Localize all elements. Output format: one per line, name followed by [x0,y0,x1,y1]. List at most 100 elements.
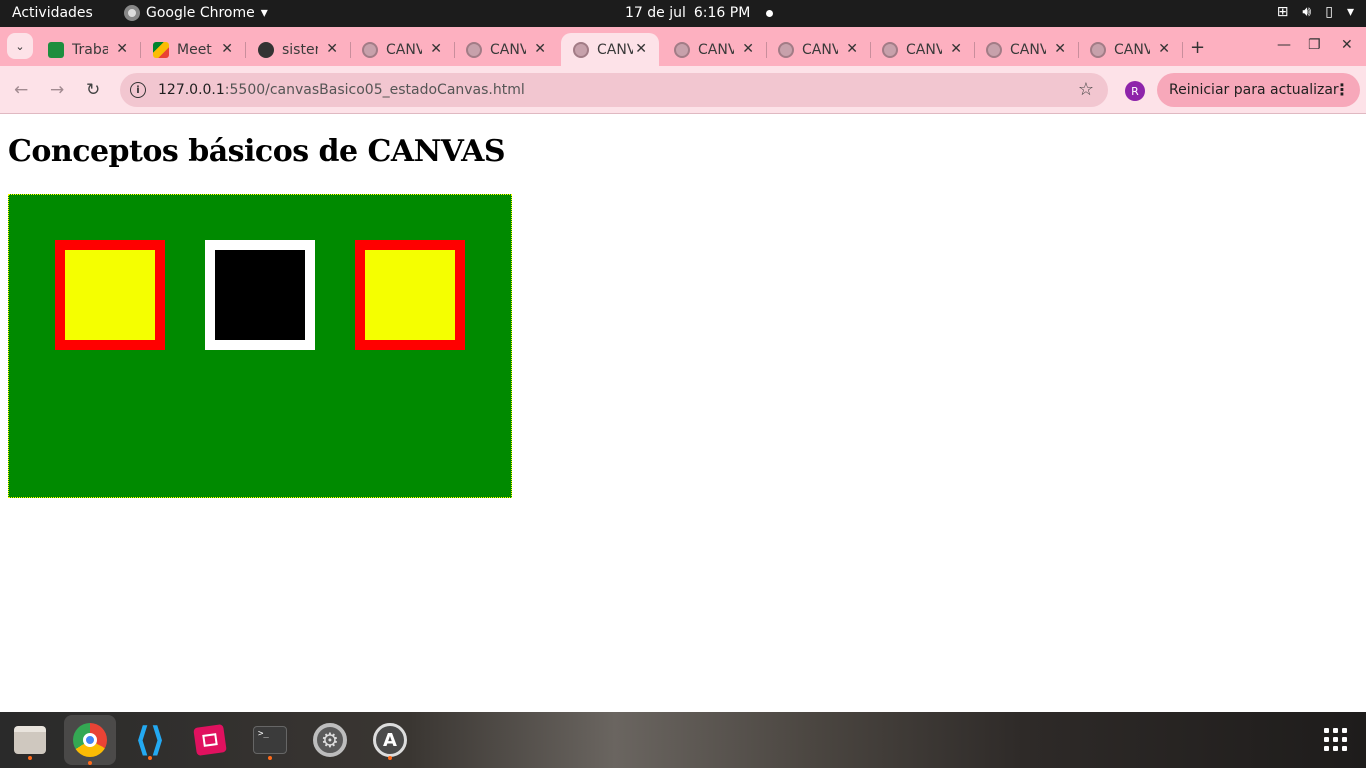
screenshot-crop-icon [193,724,227,756]
software-updater-app[interactable]: A [370,720,410,760]
vscode-icon: ⟨⟩ [134,720,166,760]
canvas-square-center [205,240,315,350]
tab[interactable]: CANVAS ✕ [974,33,1079,66]
tab[interactable]: Meet ✕ [141,33,246,66]
close-window-button[interactable]: ✕ [1341,37,1353,53]
back-button[interactable]: ← [14,80,28,100]
tab[interactable]: CANVAS ✕ [870,33,975,66]
close-icon[interactable]: ✕ [1158,41,1170,57]
system-top-bar: Actividades Google Chrome ▾ 17 de jul 6:… [0,0,1366,27]
clock-date: 17 de jul [625,5,686,21]
google-sheets-icon [48,41,64,58]
dock: ⟨⟩ >_ ⚙ A [0,712,1366,768]
vscode-app[interactable]: ⟨⟩ [130,720,170,760]
drawing-canvas[interactable] [8,194,512,498]
settings-icon: ⚙ [313,723,347,757]
close-icon[interactable]: ✕ [1054,41,1066,57]
tab-title: Meet [177,41,212,58]
kebab-menu-icon[interactable]: ⋮ [1334,80,1350,99]
tab-active[interactable]: CANVAS ✕ [561,33,659,66]
address-bar[interactable]: i 127.0.0.1:5500/canvasBasico05_estadoCa… [120,73,1108,107]
chevron-down-icon: ⌄ [15,39,25,53]
tab-title: CANVAS [802,41,838,58]
close-icon[interactable]: ✕ [635,41,647,57]
github-icon [258,41,274,58]
globe-icon [573,41,589,58]
tab[interactable]: sistemas ✕ [246,33,351,66]
notification-dot-icon [766,9,774,17]
screenshot-app[interactable] [190,720,230,760]
url-path: :5500/canvasBasico05_estadoCanvas.html [224,82,525,98]
tab-title: CANVAS [698,41,734,58]
reload-button[interactable]: ↻ [86,80,100,100]
globe-icon [674,41,690,58]
tab-strip: ⌄ Trabajo ✕ Meet ✕ sistemas ✕ CANVAS ✕ C… [0,27,1366,66]
chrome-app[interactable] [64,715,116,765]
files-app[interactable] [10,720,50,760]
tab-title: CANVAS [1010,41,1046,58]
restore-button[interactable]: ❐ [1308,37,1321,53]
network-icon: ⊞ [1276,4,1289,20]
battery-icon: ▯ [1325,4,1333,20]
caret-down-icon: ▾ [260,5,268,21]
close-icon[interactable]: ✕ [534,41,546,57]
page-title: Conceptos básicos de CANVAS [8,134,506,169]
close-icon[interactable]: ✕ [116,41,128,57]
close-icon[interactable]: ✕ [950,41,962,57]
activities-button[interactable]: Actividades [12,5,93,21]
google-meet-icon [153,41,169,58]
tab-title: CANVAS [906,41,942,58]
globe-icon [466,41,482,58]
clock-time: 6:16 PM [693,5,751,21]
forward-button[interactable]: → [50,80,64,100]
tab-title: CANVAS [1114,41,1150,58]
show-apps-grid-icon[interactable] [1324,728,1347,751]
tab-title: Trabajo [72,41,108,58]
tab[interactable]: CANVAS ✕ [350,33,455,66]
terminal-app[interactable]: >_ [250,720,290,760]
tab[interactable]: CANVAS ✕ [454,33,558,66]
app-menu-label: Google Chrome [146,5,255,21]
caret-down-icon: ▾ [1346,4,1354,20]
tab-title: CANVAS [386,41,422,58]
tab[interactable]: Trabajo ✕ [36,33,141,66]
close-icon[interactable]: ✕ [430,41,442,57]
chrome-icon [73,723,107,757]
canvas-square-left [55,240,165,350]
globe-icon [362,41,378,58]
volume-icon: 🔊︎ [1302,4,1312,20]
tab-title: CANVAS [597,41,633,58]
url-host: 127.0.0.1 [158,82,225,98]
site-info-icon[interactable]: i [130,82,146,98]
terminal-icon: >_ [253,726,287,754]
software-updater-icon: A [373,723,407,757]
globe-icon [986,41,1002,58]
tab-search-button[interactable]: ⌄ [7,33,33,59]
tab[interactable]: CANVAS ✕ [766,33,871,66]
chrome-small-icon [124,5,140,21]
app-menu[interactable]: Google Chrome ▾ [124,5,268,21]
close-icon[interactable]: ✕ [221,41,233,57]
tab-title: sistemas [282,41,318,58]
page-content: Conceptos básicos de CANVAS [0,114,1366,712]
files-icon [14,726,46,754]
globe-icon [882,41,898,58]
system-menu[interactable]: ⊞ 🔊︎ ▯ ▾ [1277,4,1354,20]
profile-avatar[interactable]: R [1125,81,1145,101]
clock[interactable]: 17 de jul 6:16 PM [625,5,774,21]
bookmark-star-icon[interactable]: ☆ [1078,79,1094,100]
new-tab-button[interactable]: + [1190,37,1205,58]
close-icon[interactable]: ✕ [846,41,858,57]
close-icon[interactable]: ✕ [742,41,754,57]
browser-toolbar: ← → ↻ i 127.0.0.1:5500/canvasBasico05_es… [0,66,1366,114]
settings-app[interactable]: ⚙ [310,720,350,760]
restart-to-update-button[interactable]: Reiniciar para actualizar ⋮ [1157,73,1360,107]
globe-icon [1090,41,1106,58]
tab[interactable]: CANVAS ✕ [1078,33,1183,66]
canvas-square-right [355,240,465,350]
restart-label: Reiniciar para actualizar [1169,82,1339,98]
minimize-button[interactable]: — [1277,37,1291,53]
tab[interactable]: CANVAS ✕ [662,33,767,66]
globe-icon [778,41,794,58]
close-icon[interactable]: ✕ [326,41,338,57]
